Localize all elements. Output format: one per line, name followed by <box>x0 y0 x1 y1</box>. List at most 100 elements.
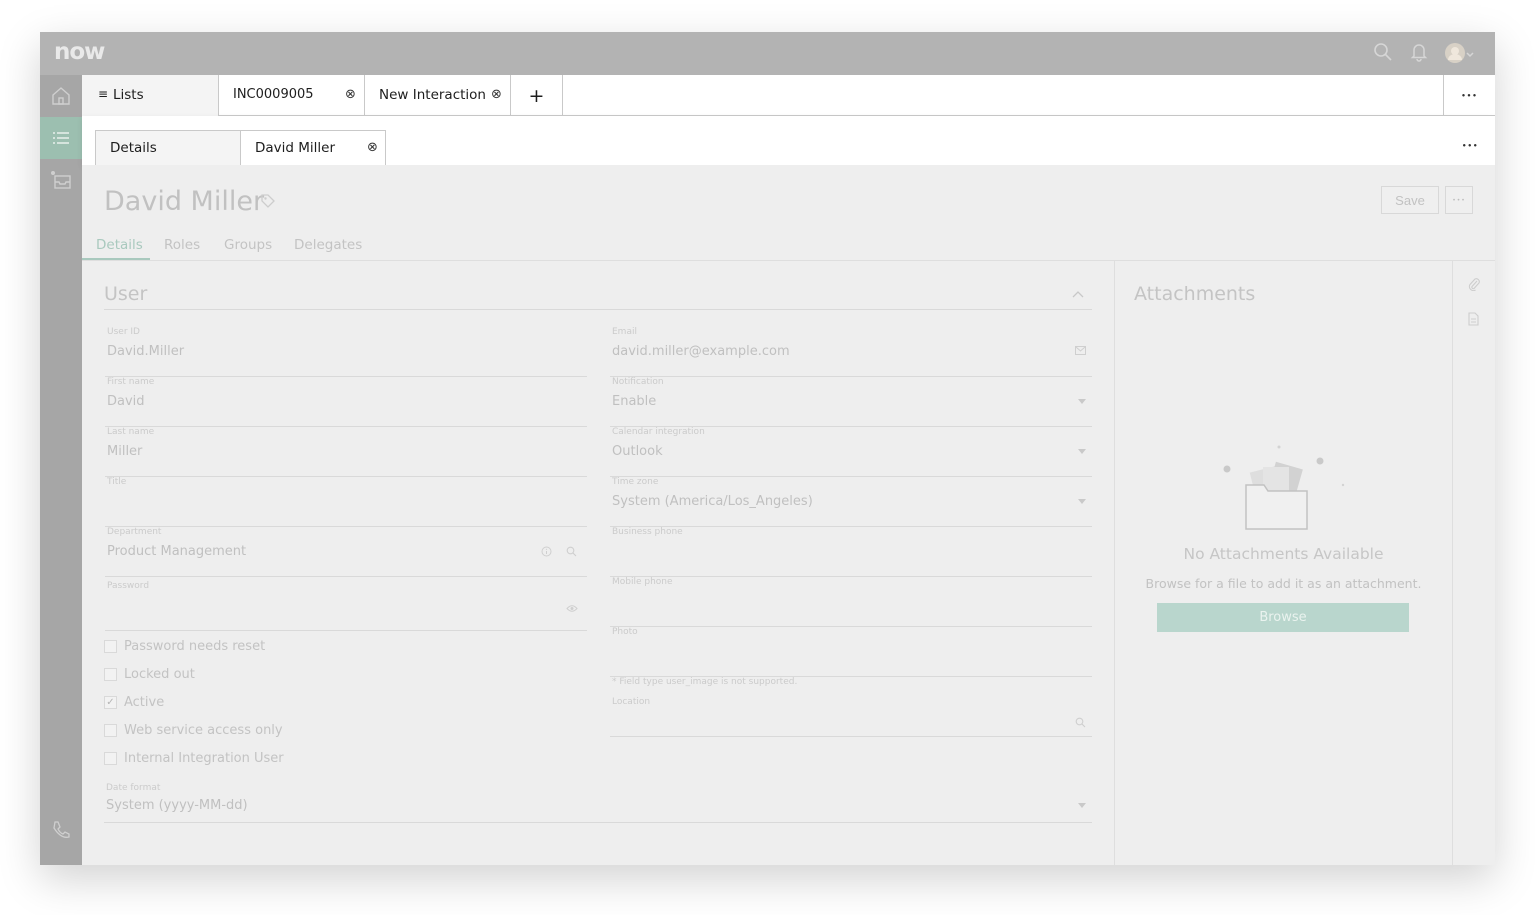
last-name-field[interactable]: Last name Miller <box>105 427 587 477</box>
tab-more-button[interactable]: ••• <box>1443 75 1495 116</box>
browse-hint: Browse for a file to add it as an attach… <box>1145 576 1422 591</box>
field-value: Enable <box>612 394 657 409</box>
now-logo[interactable]: now <box>54 39 105 65</box>
field-label: Department <box>107 527 162 537</box>
record-tab-details[interactable]: Details <box>96 237 143 253</box>
checkbox-label: Password needs reset <box>124 639 266 654</box>
add-tab-button[interactable]: + <box>511 75 563 116</box>
record-tab-delegates[interactable]: Delegates <box>294 237 362 253</box>
document-icon[interactable] <box>1468 312 1479 330</box>
inbox-icon[interactable] <box>40 159 82 201</box>
date-format-select[interactable]: Date format System (yyyy-MM-dd) <box>104 783 1092 823</box>
bell-icon[interactable] <box>1410 42 1428 67</box>
checkbox[interactable] <box>104 668 117 681</box>
list-icon: ≡ <box>98 87 109 101</box>
field-value: Outlook <box>612 444 663 459</box>
dropdown-arrow-icon[interactable] <box>1078 499 1086 504</box>
field-value: David.Miller <box>107 344 185 359</box>
tab-new-interaction[interactable]: New Interaction ⊗ <box>365 75 511 116</box>
save-button[interactable]: Save <box>1381 186 1439 214</box>
list-icon[interactable] <box>40 117 82 159</box>
field-label: Location <box>612 697 651 707</box>
close-icon[interactable]: ⊗ <box>491 87 502 102</box>
record-tab-roles[interactable]: Roles <box>164 237 200 253</box>
left-rail <box>40 75 82 865</box>
browse-button[interactable]: Browse <box>1157 603 1409 632</box>
photo-field[interactable]: Photo <box>610 627 1092 677</box>
field-label: Business phone <box>612 527 683 537</box>
notification-select[interactable]: Notification Enable <box>610 377 1092 427</box>
dropdown-arrow-icon[interactable] <box>1078 449 1086 454</box>
field-label: Title <box>107 477 127 487</box>
dropdown-arrow-icon[interactable] <box>1078 803 1086 808</box>
field-label: User ID <box>107 327 140 337</box>
record-content: David Miller Save ••• Details Roles Grou… <box>82 165 1495 865</box>
close-icon[interactable]: ⊗ <box>367 140 378 155</box>
no-attachments-title: No Attachments Available <box>1183 545 1384 563</box>
dropdown-arrow-icon[interactable] <box>1078 399 1086 404</box>
tab-lists[interactable]: ≡ Lists <box>82 75 219 116</box>
checkbox-label: Active <box>124 695 165 710</box>
checkbox[interactable] <box>104 724 117 737</box>
email-field[interactable]: Email david.miller@example.com <box>610 327 1092 377</box>
checkbox-label: Internal Integration User <box>124 751 284 766</box>
more-icon: ••• <box>1461 91 1478 100</box>
subtab-more-button[interactable]: ••• <box>1462 137 1478 152</box>
field-value: David <box>107 394 145 409</box>
tab-new-interaction-label: New Interaction <box>379 87 486 103</box>
phone-icon[interactable] <box>40 809 82 851</box>
field-value: Product Management <box>107 544 247 559</box>
checkmark-icon[interactable]: ✓ <box>104 696 117 709</box>
search-icon[interactable] <box>1373 42 1393 67</box>
checkbox[interactable] <box>104 752 117 765</box>
attachments-panel: Attachments No Attachments Available Bro… <box>1115 261 1452 865</box>
more-icon: ••• <box>1452 196 1466 204</box>
subtab-details-label: Details <box>110 140 157 156</box>
search-icon[interactable] <box>566 546 577 560</box>
business-phone-field[interactable]: Business phone <box>610 527 1092 577</box>
calendar-integration-select[interactable]: Calendar integration Outlook <box>610 427 1092 477</box>
attachments-title: Attachments <box>1134 283 1256 305</box>
chevron-up-icon[interactable] <box>1072 287 1084 301</box>
department-field[interactable]: Department Product Management <box>105 527 587 577</box>
checkbox[interactable] <box>104 640 117 653</box>
password-field[interactable]: Password <box>105 581 587 631</box>
side-icon-rail <box>1452 261 1495 865</box>
subtab-details[interactable]: Details <box>95 130 241 165</box>
tab-incident[interactable]: INC0009005 ⊗ <box>219 75 365 116</box>
field-value: System (yyyy-MM-dd) <box>106 798 248 813</box>
tag-icon[interactable] <box>260 193 276 213</box>
user-form: User User ID David.Miller First name Dav… <box>82 261 1114 865</box>
field-value: Miller <box>107 444 143 459</box>
subtab-david-miller[interactable]: David Miller ⊗ <box>240 130 386 165</box>
location-field[interactable]: Location <box>610 697 1092 737</box>
record-tab-groups[interactable]: Groups <box>224 237 272 253</box>
plus-icon: + <box>528 84 545 107</box>
section-title: User <box>104 283 148 305</box>
paperclip-icon[interactable] <box>1468 277 1480 295</box>
subtab-david-miller-label: David Miller <box>255 140 336 156</box>
eye-icon[interactable] <box>566 604 578 616</box>
record-more-button[interactable]: ••• <box>1445 186 1473 214</box>
photo-unsupported-note: * Field type user_image is not supported… <box>612 677 798 687</box>
info-icon[interactable] <box>541 546 552 560</box>
time-zone-select[interactable]: Time zone System (America/Los_Angeles) <box>610 477 1092 527</box>
first-name-field[interactable]: First name David <box>105 377 587 427</box>
field-label: Time zone <box>612 477 659 487</box>
field-value: System (America/Los_Angeles) <box>612 494 813 509</box>
more-icon: ••• <box>1462 142 1479 150</box>
search-icon[interactable] <box>1075 717 1086 731</box>
field-label: First name <box>107 377 155 387</box>
home-icon[interactable] <box>40 75 82 117</box>
title-field[interactable]: Title <box>105 477 587 527</box>
field-label: Password <box>107 581 150 591</box>
mail-icon[interactable] <box>1075 346 1086 358</box>
mobile-phone-field[interactable]: Mobile phone <box>610 577 1092 627</box>
user-id-field[interactable]: User ID David.Miller <box>105 327 587 377</box>
top-header: now <box>40 32 1495 75</box>
close-icon[interactable]: ⊗ <box>345 87 356 102</box>
avatar-icon[interactable] <box>1444 41 1474 70</box>
field-label: Photo <box>612 627 638 637</box>
field-label: Calendar integration <box>612 427 705 437</box>
tab-incident-label: INC0009005 <box>233 87 314 102</box>
